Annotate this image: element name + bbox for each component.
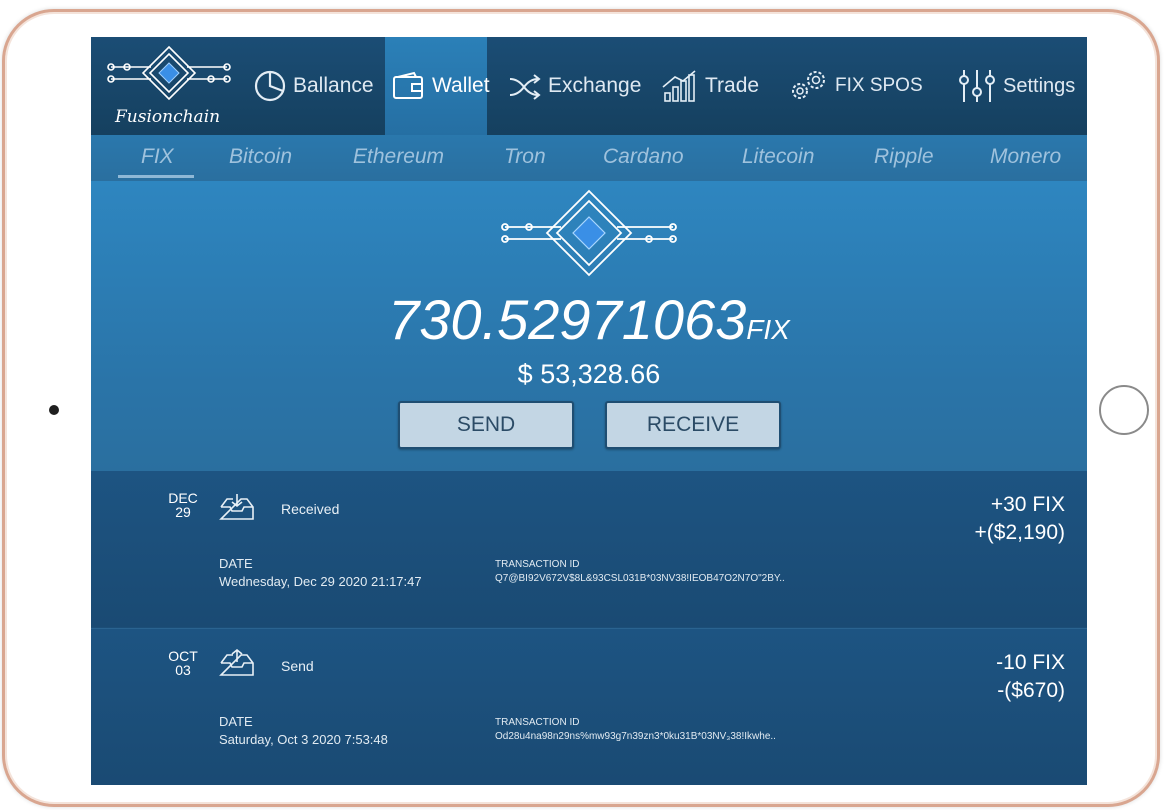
- tx-date-label: DATE: [219, 556, 253, 571]
- transaction-list: DEC 29 Received DATE Wednesday, Dec 29 2…: [91, 471, 1087, 785]
- pie-chart-icon: [253, 69, 287, 103]
- nav-label: Settings: [1003, 74, 1076, 97]
- coin-tab-monero[interactable]: Monero: [990, 145, 1061, 169]
- nav-tab-trade[interactable]: Trade: [661, 37, 759, 135]
- tx-date-value: Wednesday, Dec 29 2020 21:17:47: [219, 574, 422, 589]
- nav-label: Exchange: [548, 74, 642, 97]
- tx-amount-usd: -($670): [997, 679, 1065, 702]
- inbox-upload-icon: [219, 649, 254, 676]
- tx-date-badge: OCT 03: [163, 649, 203, 677]
- tx-amount-fix: +30 FIX: [990, 493, 1065, 516]
- tx-amount-fix: -10 FIX: [996, 651, 1065, 674]
- coin-tab-tron[interactable]: Tron: [504, 145, 546, 169]
- wallet-icon: [392, 71, 426, 101]
- nav-label: FIX SPOS: [835, 75, 923, 96]
- tx-id-label: TRANSACTION ID: [495, 559, 580, 570]
- fusionchain-logo-icon: [107, 45, 231, 101]
- nav-label: Ballance: [293, 74, 374, 97]
- tx-day: 03: [175, 662, 191, 678]
- chart-growth-icon: [661, 69, 699, 103]
- nav-tab-fix-spos[interactable]: FIX SPOS: [787, 37, 923, 135]
- balance-unit: FIX: [746, 314, 790, 345]
- coin-tab-fix[interactable]: FIX: [141, 145, 174, 169]
- camera-dot: [49, 405, 59, 415]
- transaction-row[interactable]: DEC 29 Received DATE Wednesday, Dec 29 2…: [91, 471, 1087, 627]
- gears-icon: [787, 68, 829, 104]
- tx-amount: +30 FIX +($2,190): [975, 491, 1065, 547]
- tx-amount: -10 FIX -($670): [996, 649, 1065, 705]
- tx-id-value: Q7@BI92V672V$8L&93CSL031B*03NV38!IEOB47O…: [495, 573, 785, 584]
- tx-amount-usd: +($2,190): [974, 521, 1065, 544]
- tx-id-value: Od28u4na98n29ns%mw93g7n39zn3*0ku31B*03NV…: [495, 731, 776, 742]
- inbox-download-icon: [219, 494, 254, 520]
- tx-id-label: TRANSACTION ID: [495, 717, 580, 728]
- coin-tab-bitcoin[interactable]: Bitcoin: [229, 145, 292, 169]
- nav-tab-wallet[interactable]: Wallet: [392, 37, 490, 135]
- active-coin-indicator: [118, 175, 194, 178]
- receive-button[interactable]: RECEIVE: [605, 401, 781, 449]
- shuffle-icon: [508, 71, 542, 101]
- tx-month: DEC: [168, 490, 198, 506]
- home-button[interactable]: [1099, 385, 1149, 435]
- coin-tab-ethereum[interactable]: Ethereum: [353, 145, 444, 169]
- tx-month: OCT: [168, 648, 198, 664]
- tx-day: 29: [175, 504, 191, 520]
- app-screen: Fusionchain Ballance Wallet Exchange Tra…: [91, 37, 1087, 785]
- coin-tab-ripple[interactable]: Ripple: [874, 145, 934, 169]
- nav-label: Wallet: [432, 74, 490, 97]
- transaction-row[interactable]: OCT 03 Send DATE Saturday, Oct 3 2020 7:…: [91, 628, 1087, 785]
- tx-type: Received: [281, 501, 340, 517]
- tx-date-badge: DEC 29: [163, 491, 203, 519]
- nav-tab-exchange[interactable]: Exchange: [508, 37, 641, 135]
- sliders-icon: [957, 68, 997, 104]
- app-logo[interactable]: Fusionchain: [91, 37, 231, 135]
- nav-label: Trade: [705, 74, 760, 97]
- send-button[interactable]: SEND: [398, 401, 574, 449]
- tx-date-label: DATE: [219, 714, 253, 729]
- logo-text: Fusionchain: [115, 107, 221, 127]
- nav-tab-settings[interactable]: Settings: [957, 37, 1075, 135]
- fusionchain-logo-icon: [501, 189, 677, 277]
- coin-tab-cardano[interactable]: Cardano: [603, 145, 684, 169]
- nav-tab-ballance[interactable]: Ballance: [253, 37, 374, 135]
- top-navigation: Fusionchain Ballance Wallet Exchange Tra…: [91, 37, 1087, 135]
- balance-amount: 730.52971063FIX: [91, 287, 1087, 352]
- balance-value: 730.52971063: [388, 288, 747, 351]
- tx-type: Send: [281, 658, 314, 674]
- coin-tab-litecoin[interactable]: Litecoin: [742, 145, 814, 169]
- tx-date-value: Saturday, Oct 3 2020 7:53:48: [219, 732, 388, 747]
- balance-usd: $ 53,328.66: [517, 359, 661, 389]
